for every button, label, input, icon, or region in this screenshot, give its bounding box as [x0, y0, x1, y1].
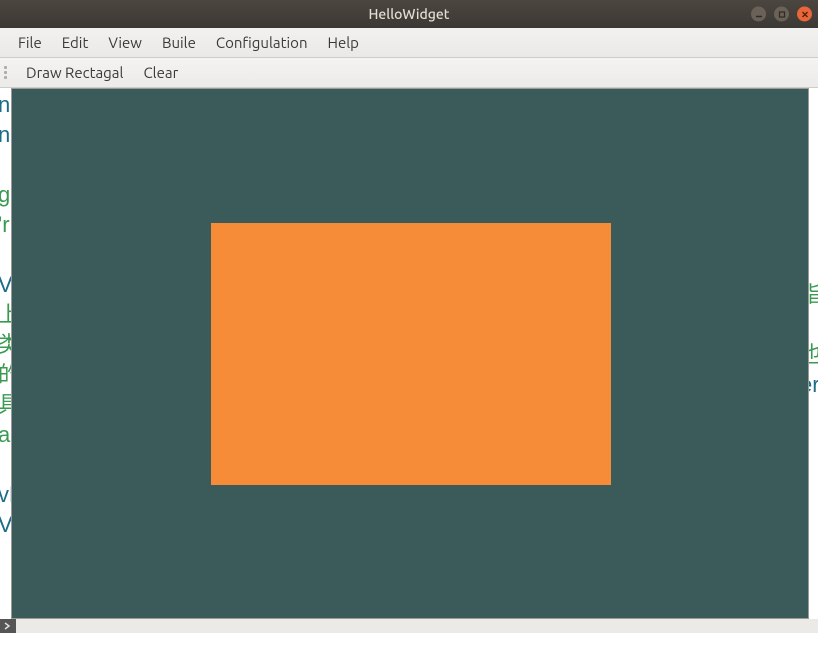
drawing-canvas[interactable]	[11, 88, 809, 619]
maximize-button[interactable]	[774, 7, 789, 22]
toolbar-drag-handle[interactable]	[4, 63, 12, 83]
menu-label: File	[18, 34, 42, 51]
menu-help[interactable]: Help	[318, 30, 369, 55]
close-icon	[801, 10, 809, 18]
toolbar: Draw Rectagal Clear	[0, 58, 818, 88]
window-title: HelloWidget	[0, 6, 818, 22]
maximize-icon	[778, 10, 786, 18]
menu-buile[interactable]: Buile	[152, 30, 206, 55]
drawn-rectangle	[211, 223, 611, 485]
menu-file[interactable]: File	[8, 30, 52, 55]
menu-label: Configulation	[216, 34, 308, 51]
menu-label: View	[108, 34, 142, 51]
chevron-right-icon	[3, 622, 11, 630]
menu-configulation[interactable]: Configulation	[206, 30, 318, 55]
minimize-button[interactable]	[751, 7, 766, 22]
menu-label: Buile	[162, 34, 196, 51]
clear-button[interactable]: Clear	[133, 60, 188, 85]
minimize-icon	[755, 10, 763, 18]
menu-view[interactable]: View	[98, 30, 152, 55]
draw-rectangle-button[interactable]: Draw Rectagal	[16, 60, 133, 85]
menu-edit[interactable]: Edit	[52, 30, 99, 55]
window-titlebar: HelloWidget	[0, 0, 818, 28]
menu-label: Edit	[62, 34, 89, 51]
window-controls	[751, 7, 812, 22]
menu-bar: File Edit View Buile Configulation Help	[0, 28, 818, 58]
toolbar-btn-label: Draw Rectagal	[26, 64, 123, 81]
menu-label: Help	[328, 34, 359, 51]
scrollbar-arrow-left[interactable]	[0, 619, 16, 633]
toolbar-btn-label: Clear	[143, 64, 178, 81]
horizontal-scrollbar[interactable]	[0, 619, 818, 633]
close-button[interactable]	[797, 7, 812, 22]
